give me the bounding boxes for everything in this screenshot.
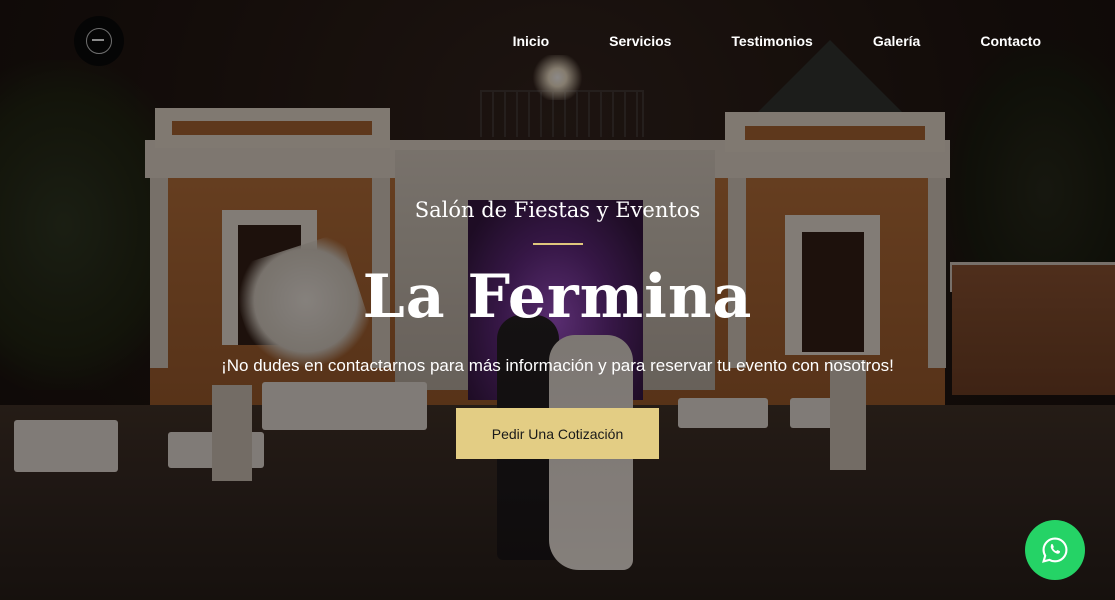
hero-content: Salón de Fiestas y Eventos La Fermina ¡N…: [0, 0, 1115, 600]
site-header: Inicio Servicios Testimonios Galería Con…: [0, 0, 1115, 82]
main-nav: Inicio Servicios Testimonios Galería Con…: [513, 33, 1041, 49]
whatsapp-button[interactable]: [1025, 520, 1085, 580]
nav-item-contacto[interactable]: Contacto: [980, 33, 1041, 49]
hero-section: Inicio Servicios Testimonios Galería Con…: [0, 0, 1115, 600]
hero-title: La Fermina: [362, 262, 753, 332]
whatsapp-icon: [1042, 537, 1068, 563]
logo-link[interactable]: [74, 16, 124, 66]
venue-logo-icon: [86, 28, 112, 54]
nav-item-servicios[interactable]: Servicios: [609, 33, 671, 49]
nav-item-inicio[interactable]: Inicio: [513, 33, 550, 49]
hero-tagline: ¡No dudes en contactarnos para más infor…: [221, 356, 894, 375]
title-divider: [533, 243, 583, 245]
hero-subtitle: Salón de Fiestas y Eventos: [414, 198, 701, 222]
nav-item-testimonios[interactable]: Testimonios: [731, 33, 812, 49]
nav-item-galeria[interactable]: Galería: [873, 33, 920, 49]
request-quote-button[interactable]: Pedir Una Cotización: [456, 408, 659, 459]
